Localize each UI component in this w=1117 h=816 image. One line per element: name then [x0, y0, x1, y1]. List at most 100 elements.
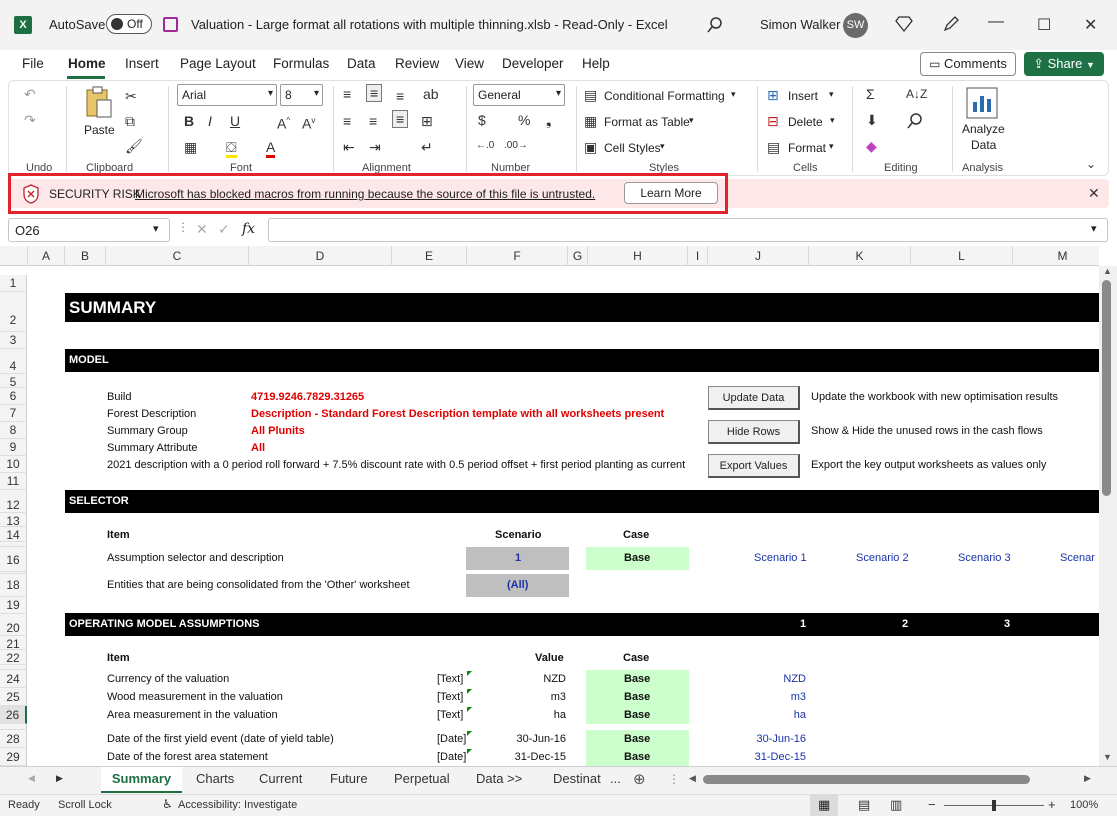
row-header[interactable]: 6 [0, 388, 27, 405]
orientation-icon[interactable]: ab [423, 86, 439, 102]
underline-icon[interactable]: U [230, 113, 240, 129]
name-box[interactable]: O26 ▾ [8, 218, 170, 242]
page-layout-view-icon[interactable]: ▤ [858, 797, 870, 813]
sheet-tab-perpetual[interactable]: Perpetual [394, 771, 450, 786]
bold-icon[interactable]: B [184, 113, 194, 129]
vertical-scroll-thumb[interactable] [1102, 280, 1111, 496]
fill-color-icon[interactable]: ⛋ [226, 139, 237, 158]
conditional-formatting-button[interactable]: Conditional Formatting [604, 89, 725, 103]
column-header[interactable]: B [65, 246, 106, 266]
column-header[interactable]: L [911, 246, 1013, 266]
italic-icon[interactable]: I [208, 113, 212, 129]
row-header[interactable]: 18 [0, 574, 27, 597]
currency-icon[interactable]: $ [478, 112, 486, 128]
row-header[interactable]: 11 [0, 473, 27, 490]
column-header[interactable]: M [1013, 246, 1099, 266]
borders-icon[interactable]: ▦ [184, 139, 197, 155]
column-header[interactable]: K [809, 246, 911, 266]
row-header[interactable]: 9 [0, 439, 27, 456]
undo-icon[interactable]: ↶ [24, 86, 36, 102]
insert-function-icon[interactable]: fx [242, 221, 255, 237]
format-table-icon[interactable]: ▦ [584, 113, 597, 129]
number-format-combo[interactable]: General ▾ [473, 84, 565, 106]
zoom-out-icon[interactable]: − [928, 797, 936, 812]
cell-styles-icon[interactable]: ▣ [584, 139, 597, 155]
row-header[interactable]: 24 [0, 670, 27, 688]
pen-icon[interactable] [942, 15, 960, 33]
tab-page-layout[interactable]: Page Layout [180, 56, 256, 71]
percent-icon[interactable]: % [518, 112, 530, 128]
more-sheets-button[interactable]: ... [610, 771, 621, 786]
maximize-icon[interactable]: ☐ [1037, 15, 1051, 35]
row-header[interactable]: 7 [0, 405, 27, 422]
row-header-selected[interactable]: 26 [0, 706, 27, 724]
update-data-button[interactable]: Update Data [708, 386, 800, 410]
hscroll-right-icon[interactable]: ▶ [1084, 773, 1091, 784]
format-cells-icon[interactable]: ▤ [767, 139, 780, 155]
row-header[interactable]: 22 [0, 650, 27, 665]
row-header[interactable]: 16 [0, 547, 27, 572]
row-header[interactable]: 29 [0, 748, 27, 766]
cell-styles-button[interactable]: Cell Styles [604, 141, 661, 155]
row-header[interactable]: 25 [0, 688, 27, 706]
export-values-button[interactable]: Export Values [708, 454, 800, 478]
page-break-view-icon[interactable]: ▥ [890, 797, 902, 813]
column-header[interactable]: E [392, 246, 467, 266]
scroll-up-icon[interactable]: ▲ [1103, 266, 1112, 276]
row-header[interactable]: 8 [0, 422, 27, 439]
tab-formulas[interactable]: Formulas [273, 56, 329, 71]
scroll-down-icon[interactable]: ▼ [1103, 752, 1112, 762]
row-header[interactable]: 20 [0, 614, 27, 636]
copy-icon[interactable]: ⧉ [125, 113, 135, 129]
row-header[interactable]: 1 [0, 275, 27, 292]
column-header[interactable]: C [106, 246, 249, 266]
sheet-tab-future[interactable]: Future [330, 771, 368, 786]
analyze-data-label-1[interactable]: Analyze [962, 122, 1005, 136]
row-header[interactable]: 13 [0, 513, 27, 528]
fill-icon[interactable]: ⬇ [866, 112, 878, 128]
conditional-formatting-icon[interactable]: ▤ [584, 87, 597, 103]
insert-button[interactable]: Insert [788, 89, 818, 103]
column-header[interactable]: D [249, 246, 392, 266]
row-header[interactable]: 28 [0, 730, 27, 748]
row-header[interactable]: 21 [0, 636, 27, 651]
delete-cells-icon[interactable]: ⊟ [767, 113, 779, 129]
sheet-tab-charts[interactable]: Charts [196, 771, 234, 786]
share-button[interactable]: ⇪ Share ▼ [1024, 52, 1104, 76]
font-name-combo[interactable]: Arial ▾ [177, 84, 277, 106]
tab-scroll-right-icon[interactable]: ▶ [56, 773, 63, 784]
hscroll-left-icon[interactable]: ◀ [689, 773, 696, 784]
align-bottom-icon[interactable]: ≡ [396, 88, 404, 104]
wrap-text-icon[interactable]: ↵ [421, 139, 433, 155]
select-all-corner[interactable] [0, 246, 28, 266]
formula-input[interactable]: ▾ [268, 218, 1108, 242]
delete-button[interactable]: Delete [788, 115, 823, 129]
status-accessibility[interactable]: Accessibility: Investigate [178, 799, 297, 811]
merge-center-icon[interactable]: ⊞ [421, 113, 433, 129]
tab-help[interactable]: Help [582, 56, 610, 71]
align-left-icon[interactable]: ≡ [343, 113, 351, 129]
comma-icon[interactable]: ❟ [546, 112, 552, 128]
comments-button[interactable]: ▭ Comments [920, 52, 1016, 76]
cancel-icon[interactable]: ✕ [196, 221, 208, 238]
close-icon[interactable]: ✕ [1084, 15, 1097, 35]
analyze-data-label-2[interactable]: Data [971, 138, 996, 152]
align-top-icon[interactable]: ≡ [343, 86, 351, 102]
close-icon[interactable]: ✕ [1088, 185, 1100, 202]
increase-decimal-icon[interactable]: ←.0 [476, 138, 494, 154]
decrease-decimal-icon[interactable]: .00→ [504, 138, 528, 154]
column-header[interactable]: J [708, 246, 809, 266]
increase-indent-icon[interactable]: ⇥ [369, 139, 381, 155]
find-select-icon[interactable] [906, 112, 924, 130]
tab-review[interactable]: Review [395, 56, 439, 71]
zoom-in-icon[interactable]: + [1048, 797, 1056, 812]
align-middle-icon[interactable]: ≡ [366, 84, 383, 102]
diamond-icon[interactable] [895, 16, 913, 32]
format-button[interactable]: Format [788, 141, 826, 155]
sheet-tab-summary[interactable]: Summary [101, 767, 182, 793]
tab-view[interactable]: View [455, 56, 484, 71]
font-size-combo[interactable]: 8 ▾ [280, 84, 323, 106]
tab-home[interactable]: Home [68, 56, 106, 71]
tab-file[interactable]: File [22, 56, 44, 71]
align-center-icon[interactable]: ≡ [369, 113, 377, 129]
